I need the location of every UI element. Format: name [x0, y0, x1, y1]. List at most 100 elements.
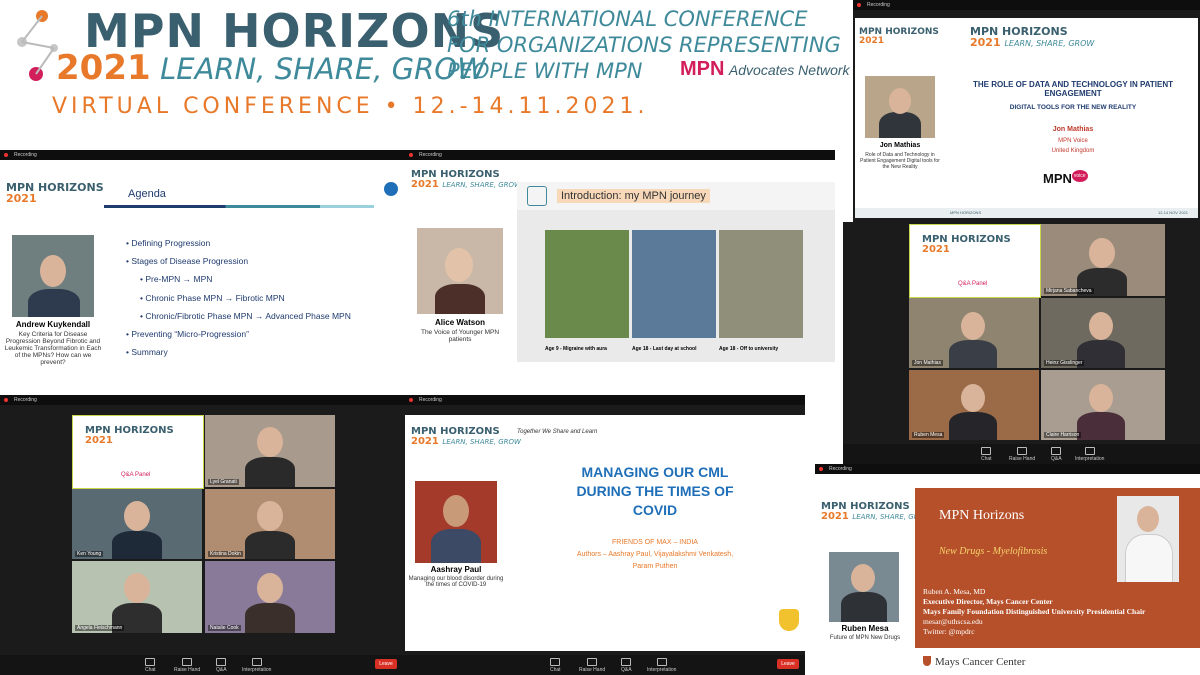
person-icon — [527, 186, 547, 206]
agenda-item: • Summary — [126, 347, 168, 358]
recording-bar: Recording — [0, 150, 405, 160]
banner-conf-line1: 6th INTERNATIONAL CONFERENCE — [447, 7, 808, 31]
slide-title-line2: DURING THE TIMES OF — [576, 483, 734, 499]
photo-caption: Age 18 - Last day at school — [632, 346, 697, 352]
photo-caption: Age 9 - Migraine with aura — [545, 346, 607, 352]
chat-button[interactable]: Chat — [550, 658, 561, 673]
chat-button[interactable]: Chat — [981, 447, 992, 462]
slide-title: MPN Horizons — [939, 508, 1025, 523]
banner-year: 2021 — [56, 48, 151, 88]
qa-button[interactable]: Q&A — [621, 658, 632, 673]
presenter-name: Ruben A. Mesa, MD — [923, 587, 986, 596]
recording-bar: Recording — [815, 464, 1200, 474]
journey-photo-1 — [545, 230, 629, 338]
chat-button[interactable]: Chat — [145, 658, 156, 673]
slide-title-line1: MANAGING OUR CML — [581, 464, 729, 480]
slide-footer-right: 12-14 NOV 2021 — [1157, 210, 1188, 215]
agenda-item: • Preventing “Micro-Progression” — [126, 329, 249, 340]
tile-ruben-mesa: Ruben Mesa — [909, 370, 1039, 440]
tile-claire-harrison: Claire Harrison — [1041, 370, 1165, 440]
agenda-item: • Chronic Phase MPN → Fibrotic MPN — [140, 292, 285, 303]
speaker-name: Andrew Kuykendall — [15, 320, 91, 329]
window-aashray-paul: Recording MPN HORIZONS 2021 LEARN, SHARE… — [405, 395, 805, 675]
slide-authors-line2: Param Puthen — [632, 563, 678, 570]
raise-hand-button[interactable]: Raise Hand — [174, 658, 200, 673]
slide-footer-left: MPN HORIZONS — [950, 210, 982, 215]
mpn-voice-badge: voice — [1071, 170, 1088, 182]
slide-heading: Introduction: my MPN journey — [557, 189, 710, 203]
mays-logo-icon — [923, 656, 931, 666]
video-andrew-kuykendall — [12, 235, 94, 317]
tile-mirjana: Mirjana Sabancheva — [1041, 224, 1165, 296]
speaker-name: Alice Watson — [435, 318, 485, 327]
speaker-name: Ruben Mesa — [841, 624, 889, 633]
logo-mark-icon — [384, 182, 398, 196]
speaker-caption: Key Criteria for Disease Progression Bey… — [4, 331, 102, 366]
tile-natalie: Natalie Cook — [205, 561, 335, 633]
network-name: Advocates Network — [728, 62, 850, 78]
agenda-item: • Pre-MPN → MPN — [140, 274, 213, 285]
speaker-caption: Future of MPN New Drugs — [829, 635, 901, 641]
speaker-name: Jon Mathias — [879, 142, 921, 149]
friends-of-max-logo-icon — [779, 609, 799, 631]
panel-label: Q&A Panel — [958, 281, 988, 287]
slide-subtitle: New Drugs - Myelofibrosis — [939, 546, 1048, 557]
recording-bar: Recording — [405, 150, 835, 160]
qa-button[interactable]: Q&A — [216, 658, 227, 673]
tile-jon-mathias: Jon Mathias — [909, 298, 1039, 368]
tile-panel-logo: MPN HORIZONS 2021 Q&A Panel — [909, 224, 1041, 298]
tile-panel-logo: MPN HORIZONS 2021 Q&A Panel — [72, 415, 204, 489]
mini-logo-year: 2021 — [411, 179, 439, 190]
speaker-caption: Role of Data and Technology in Patient E… — [860, 152, 940, 170]
network-brand: MPN — [680, 58, 725, 80]
window-qa-panel-right: MPN HORIZONS 2021 Q&A Panel Mirjana Saba… — [843, 222, 1200, 464]
slide-logo-year: 2021 — [970, 36, 1001, 49]
leave-button[interactable]: Leave — [375, 659, 397, 669]
speaker-caption: Managing our blood disorder during the t… — [408, 576, 504, 588]
slide-speaker: Jon Mathias — [1052, 126, 1094, 133]
panel-label: Q&A Panel — [121, 472, 151, 478]
interpretation-button[interactable]: Interpretation — [647, 658, 676, 673]
slide-authors-line1: Authors – Aashray Paul, Vijayalakshmi Ve… — [576, 551, 734, 558]
banner-conf-line2: FOR ORGANIZATIONS REPRESENTING — [447, 33, 841, 57]
leave-button[interactable]: Leave — [777, 659, 799, 669]
tile-lyel: Lyel Granati — [205, 415, 335, 487]
video-aashray-paul — [415, 481, 497, 563]
window-qa-panel-left: Recording MPN HORIZONS 2021 Q&A Panel Ly… — [0, 395, 405, 675]
banner-tagline: LEARN, SHARE, GROW — [160, 52, 486, 86]
qa-button[interactable]: Q&A — [1051, 447, 1062, 462]
interpretation-button[interactable]: Interpretation — [1075, 447, 1104, 462]
speaker-name: Aashray Paul — [430, 565, 482, 574]
mays-cancer-center-logo: Mays Cancer Center — [935, 656, 1026, 668]
tile-kristina: Kristina Dokin — [205, 489, 335, 559]
recording-bar: Recording — [853, 0, 1200, 10]
raise-hand-button[interactable]: Raise Hand — [1009, 447, 1035, 462]
conference-banner: MPN HORIZONS 2021 LEARN, SHARE, GROW 6th… — [0, 0, 850, 145]
presenter-portrait — [1117, 496, 1179, 582]
journey-photo-3 — [719, 230, 803, 338]
mini-logo-year: 2021 — [6, 192, 37, 205]
agenda-heading: Agenda — [128, 188, 166, 200]
agenda-item: • Defining Progression — [126, 238, 211, 248]
mini-logo-year: 2021 — [922, 244, 950, 255]
tile-angela: Angela Fleischmann — [72, 561, 202, 633]
slide-org: FRIENDS OF MAX – INDIA — [612, 539, 698, 546]
recording-bar: Recording — [0, 395, 405, 405]
speaker-caption: The Voice of Younger MPN patients — [420, 329, 500, 343]
slide-tagline: Together We Share and Learn — [517, 429, 598, 435]
meeting-controls: Chat Raise Hand Q&A Interpretation — [843, 444, 1200, 464]
photo-caption: Age 18 - Off to university — [719, 346, 779, 352]
slide-org: MPN Voice — [1058, 138, 1088, 144]
slide-logo-tagline: LEARN, SHARE, GROW — [1004, 39, 1095, 48]
mini-logo-tagline: LEARN, SHARE, GROW — [442, 438, 521, 446]
meeting-controls: Chat Raise Hand Q&A Interpretation Leave — [405, 655, 805, 675]
agenda-item: • Stages of Disease Progression — [126, 256, 249, 267]
mini-logo-year: 2021 — [411, 436, 439, 447]
raise-hand-button[interactable]: Raise Hand — [579, 658, 605, 673]
meeting-controls: Chat Raise Hand Q&A Interpretation Leave — [0, 655, 405, 675]
mini-logo-year: 2021 — [85, 435, 113, 446]
slide-country: United Kingdom — [1051, 148, 1095, 154]
mini-logo-year: 2021 — [821, 511, 849, 522]
presenter-role2: Mays Family Foundation Distinguished Uni… — [923, 607, 1146, 616]
interpretation-button[interactable]: Interpretation — [242, 658, 271, 673]
